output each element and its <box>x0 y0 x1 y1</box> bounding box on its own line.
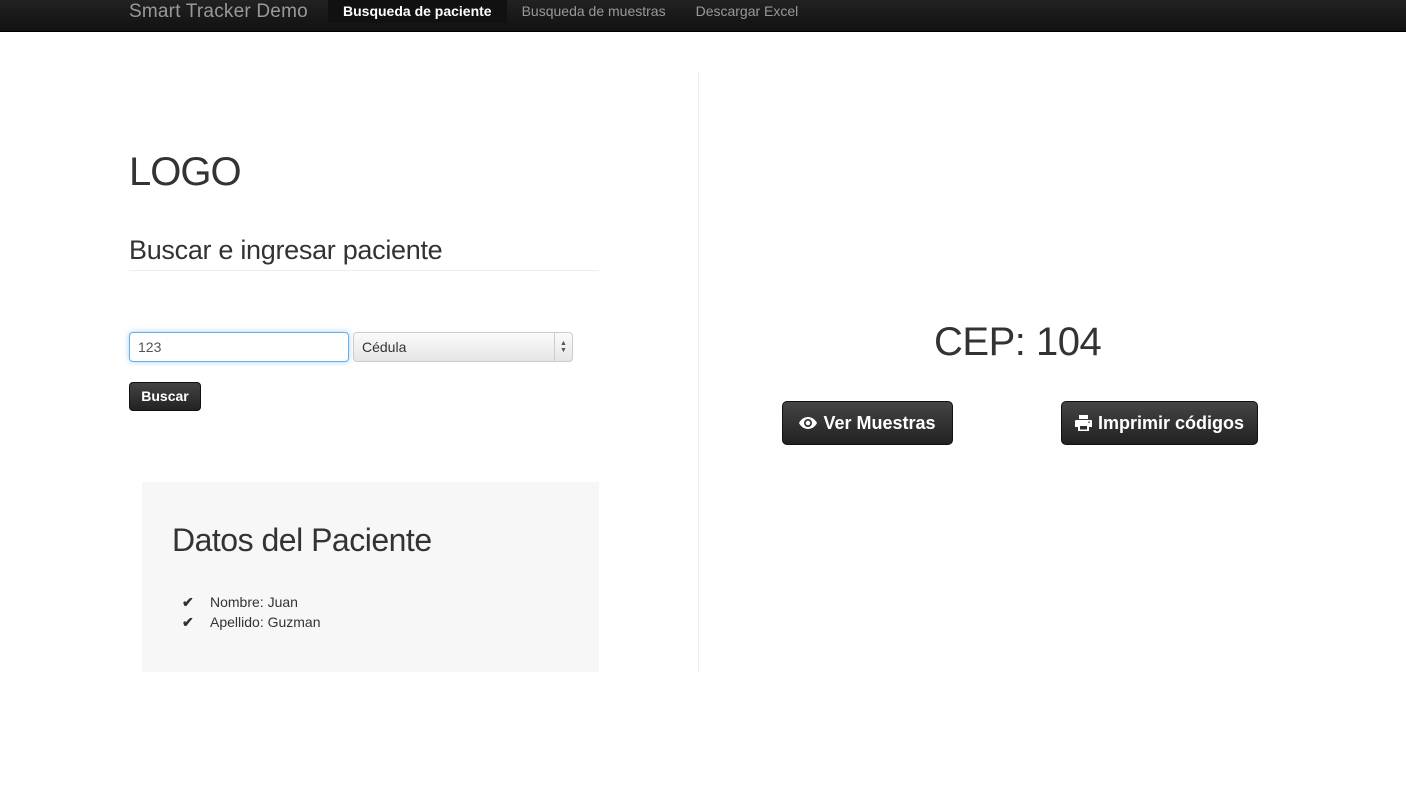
list-item: ✔ Apellido: Guzman <box>182 612 321 632</box>
imprimir-codigos-label: Imprimir códigos <box>1097 412 1245 433</box>
list-item: ✔ Nombre: Juan <box>182 592 321 612</box>
nav-item-busqueda-muestras[interactable]: Busqueda de muestras <box>507 0 681 23</box>
patient-name: Nombre: Juan <box>210 594 298 610</box>
patient-surname: Apellido: Guzman <box>210 614 321 630</box>
nav-menu: Busqueda de paciente Busqueda de muestra… <box>328 0 813 23</box>
patient-card-title: Datos del Paciente <box>172 522 432 558</box>
imprimir-codigos-button[interactable]: Imprimir códigos <box>1061 401 1258 445</box>
column-divider <box>698 72 699 672</box>
title-divider <box>129 270 599 271</box>
ver-muestras-button[interactable]: Ver Muestras <box>782 401 953 445</box>
patient-data-card: Datos del Paciente ✔ Nombre: Juan ✔ Apel… <box>142 482 599 672</box>
logo: LOGO <box>129 150 242 194</box>
check-icon: ✔ <box>182 613 194 630</box>
top-navbar: Smart Tracker Demo Busqueda de paciente … <box>0 0 1406 32</box>
brand-title[interactable]: Smart Tracker Demo <box>129 0 308 23</box>
cep-number: CEP: 104 <box>934 320 1102 364</box>
eye-icon <box>799 417 818 429</box>
nav-item-descargar-excel[interactable]: Descargar Excel <box>681 0 814 23</box>
buscar-button[interactable]: Buscar <box>129 382 201 411</box>
check-icon: ✔ <box>182 593 194 610</box>
nav-item-busqueda-paciente[interactable]: Busqueda de paciente <box>328 0 507 23</box>
patient-details-list: ✔ Nombre: Juan ✔ Apellido: Guzman <box>182 592 321 632</box>
ver-muestras-label: Ver Muestras <box>823 412 936 433</box>
section-title: Buscar e ingresar paciente <box>129 235 443 265</box>
print-icon <box>1074 415 1092 431</box>
